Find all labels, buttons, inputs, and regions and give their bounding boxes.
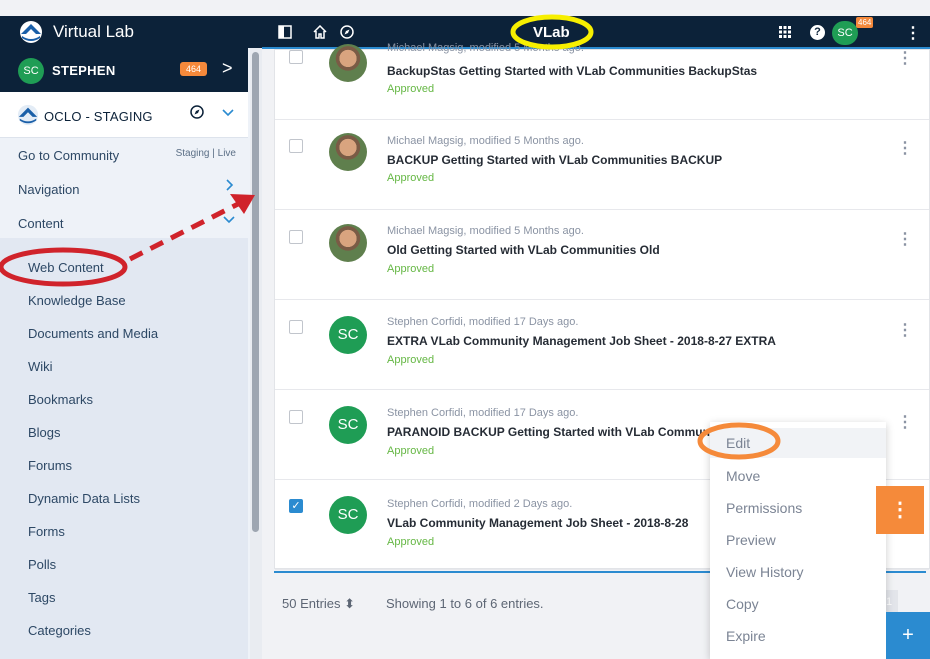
avatar: [329, 44, 367, 82]
list-item[interactable]: Michael Magsig, modified 5 Months ago. O…: [275, 210, 929, 300]
menu-item-permissions[interactable]: Permissions: [726, 500, 802, 516]
sidebar-user-count: 464: [180, 62, 208, 76]
chevron-down-icon[interactable]: [221, 105, 235, 124]
entry-title[interactable]: EXTRA VLab Community Management Job Shee…: [387, 334, 776, 348]
entry-title[interactable]: BackupStas Getting Started with VLab Com…: [387, 64, 757, 78]
row-actions-icon[interactable]: ⋮: [897, 229, 913, 249]
showing-entries-text: Showing 1 to 6 of 6 entries.: [386, 596, 544, 611]
status-badge: Approved: [387, 536, 435, 548]
entries-per-page-select[interactable]: 50 Entries ⬍: [282, 596, 355, 612]
menu-item-expire[interactable]: Expire: [726, 628, 766, 644]
list-item[interactable]: SC Stephen Corfidi, modified 17 Days ago…: [275, 300, 929, 390]
sidebar-item-documents-and-media[interactable]: Documents and Media: [28, 326, 158, 341]
entry-title[interactable]: VLab Community Management Job Sheet - 20…: [387, 516, 688, 530]
go-to-community[interactable]: Go to Community Staging | Live: [0, 138, 248, 172]
sidebar-item-content[interactable]: Content: [0, 206, 248, 240]
entry-title[interactable]: Old Getting Started with VLab Communitie…: [387, 243, 660, 257]
sidebar-item-knowledge-base[interactable]: Knowledge Base: [28, 293, 126, 308]
row-checkbox[interactable]: [289, 50, 303, 64]
go-to-community-label: Go to Community: [18, 148, 120, 163]
sidebar-item-forms[interactable]: Forms: [28, 524, 65, 539]
entry-meta: Stephen Corfidi, modified 17 Days ago.: [387, 407, 579, 419]
entry-meta: Michael Magsig, modified 5 Months ago.: [387, 42, 584, 54]
entry-meta: Stephen Corfidi, modified 17 Days ago.: [387, 316, 579, 328]
row-checkbox[interactable]: [289, 320, 303, 334]
staging-live-links[interactable]: Staging | Live: [176, 148, 236, 159]
row-actions-menu: Edit Move Permissions Preview View Histo…: [710, 422, 886, 659]
navigation-label: Navigation: [18, 182, 80, 197]
menu-item-move[interactable]: Move: [726, 468, 760, 484]
chevron-right-icon[interactable]: >: [222, 58, 233, 79]
avatar: SC: [329, 496, 367, 534]
app-title: Virtual Lab: [53, 22, 134, 41]
chevron-right-icon: [222, 178, 236, 197]
status-badge: Approved: [387, 83, 435, 95]
menu-item-view-history[interactable]: View History: [726, 564, 804, 580]
sidebar-item-navigation[interactable]: Navigation: [0, 172, 248, 206]
sidebar-scrollbar[interactable]: [250, 48, 262, 659]
add-button[interactable]: +: [886, 612, 930, 659]
menu-item-copy[interactable]: Copy: [726, 596, 759, 612]
list-item[interactable]: Michael Magsig, modified 5 Months ago. B…: [275, 30, 929, 120]
avatar: SC: [329, 406, 367, 444]
row-checkbox[interactable]: [289, 230, 303, 244]
sidebar-item-blogs[interactable]: Blogs: [28, 425, 61, 440]
status-badge: Approved: [387, 445, 435, 457]
site-name: OCLO - STAGING: [44, 109, 153, 124]
row-checkbox[interactable]: [289, 410, 303, 424]
menu-item-edit[interactable]: Edit: [726, 435, 750, 451]
noaa-logo-icon: [20, 21, 42, 43]
sidebar-item-bookmarks[interactable]: Bookmarks: [28, 392, 93, 407]
entry-meta: Michael Magsig, modified 5 Months ago.: [387, 135, 584, 147]
list-item[interactable]: Michael Magsig, modified 5 Months ago. B…: [275, 120, 929, 210]
entry-meta: Stephen Corfidi, modified 2 Days ago.: [387, 498, 573, 510]
row-actions-icon[interactable]: ⋮: [897, 412, 913, 432]
sidebar-item-dynamic-data-lists[interactable]: Dynamic Data Lists: [28, 491, 140, 506]
row-actions-button-highlighted[interactable]: ⋮: [876, 486, 924, 534]
chevron-down-icon: [222, 212, 236, 231]
status-badge: Approved: [387, 354, 435, 366]
sidebar: SC STEPHEN 464 > OCLO - STAGING Go to Co…: [0, 48, 262, 659]
sidebar-item-forums[interactable]: Forums: [28, 458, 72, 473]
menu-item-preview[interactable]: Preview: [726, 532, 776, 548]
sidebar-item-categories[interactable]: Categories: [28, 623, 91, 638]
avatar: SC: [329, 316, 367, 354]
row-actions-icon[interactable]: ⋮: [897, 320, 913, 340]
entry-title[interactable]: PARANOID BACKUP Getting Started with VLa…: [387, 425, 734, 439]
brand[interactable]: Virtual Lab: [18, 20, 134, 44]
sidebar-user-name: STEPHEN: [52, 63, 116, 78]
notification-badge[interactable]: 464: [856, 17, 874, 28]
sort-arrows-icon: ⬍: [344, 596, 356, 611]
sidebar-item-wiki[interactable]: Wiki: [28, 359, 53, 374]
entries-per-page-label: 50 Entries: [282, 596, 341, 611]
row-checkbox[interactable]: [289, 139, 303, 153]
avatar: [329, 133, 367, 171]
scrollbar-thumb[interactable]: [252, 52, 259, 532]
content-label: Content: [18, 216, 64, 231]
sidebar-item-tags[interactable]: Tags: [28, 590, 55, 605]
content-submenu: Web Content Knowledge Base Documents and…: [0, 238, 248, 659]
entry-title[interactable]: BACKUP Getting Started with VLab Communi…: [387, 153, 722, 167]
status-badge: Approved: [387, 172, 435, 184]
avatar: [329, 224, 367, 262]
sidebar-user-avatar: SC: [18, 58, 44, 84]
status-badge: Approved: [387, 263, 435, 275]
sidebar-user[interactable]: SC STEPHEN 464 >: [0, 48, 248, 92]
noaa-logo-icon: [17, 104, 39, 126]
row-actions-icon[interactable]: ⋮: [897, 138, 913, 158]
entry-meta: Michael Magsig, modified 5 Months ago.: [387, 225, 584, 237]
sidebar-site[interactable]: OCLO - STAGING: [0, 92, 248, 138]
row-actions-icon[interactable]: ⋮: [897, 48, 913, 68]
compass-icon[interactable]: [190, 105, 204, 122]
sidebar-item-polls[interactable]: Polls: [28, 557, 56, 572]
row-checkbox-checked[interactable]: ✓: [289, 499, 303, 513]
sidebar-item-web-content[interactable]: Web Content: [28, 260, 104, 275]
